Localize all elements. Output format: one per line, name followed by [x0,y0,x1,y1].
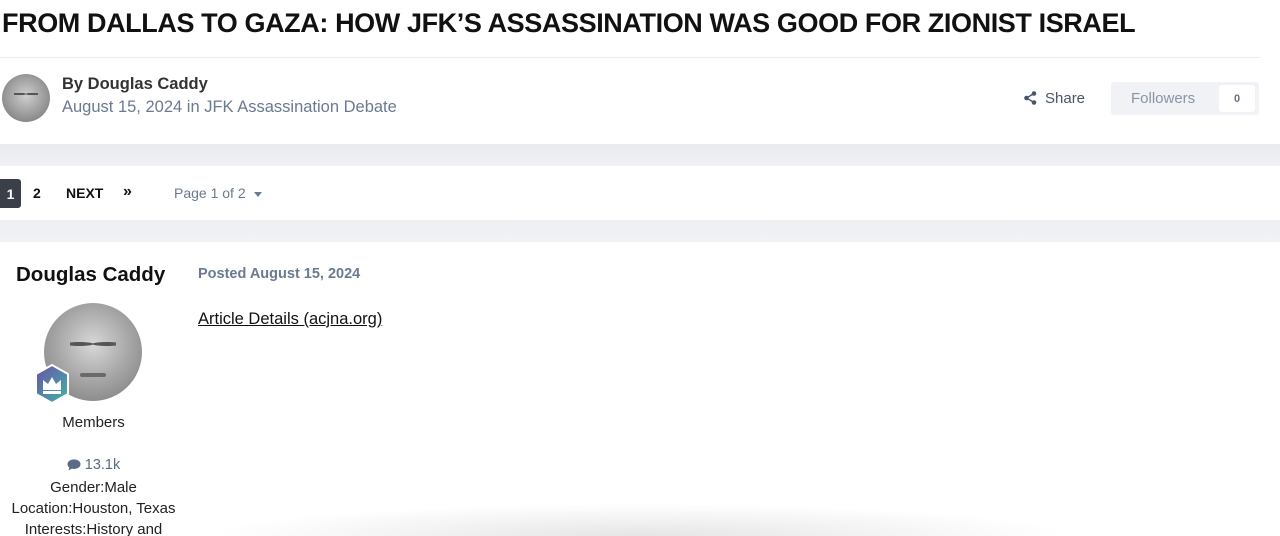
member-group: Members [62,414,125,431]
profile-gender: Gender:Male [50,479,137,496]
speech-bubble-icon [67,459,81,471]
article-details-link[interactable]: Article Details (acjna.org) [198,310,382,329]
followers-button[interactable]: Followers 0 [1111,82,1259,115]
topic-meta: August 15, 2024 in JFK Assassination Deb… [62,98,397,117]
post-count-value: 13.1k [84,457,121,473]
section-separator [0,144,1280,166]
page-2-link[interactable]: 2 [33,185,41,201]
followers-count: 0 [1219,85,1255,112]
title-divider [0,57,1260,58]
caret-down-icon [253,191,262,197]
topic-in: in [186,98,200,116]
page-1-button[interactable]: 1 [0,179,21,208]
page-jump-dropdown[interactable]: Page 1 of 2 [174,185,262,201]
crown-badge-icon [35,364,69,404]
share-icon [1024,91,1037,105]
profile-interests: Interests:History and [24,521,163,536]
post-author-name[interactable]: Douglas Caddy [16,263,165,287]
next-page-link[interactable]: NEXT [66,185,103,201]
section-separator [0,220,1280,242]
author-byline[interactable]: By Douglas Caddy [62,75,208,94]
topic-title: FROM DALLAS TO GAZA: HOW JFK’S ASSASSINA… [2,8,1136,38]
page-jump-label: Page 1 of 2 [174,185,246,201]
topic-date: August 15, 2024 [62,98,183,116]
share-button[interactable]: Share [1024,87,1085,109]
share-label: Share [1045,89,1086,107]
followers-label: Followers [1131,90,1196,107]
last-page-link[interactable]: » [123,183,132,201]
post-count: 13.1k [0,457,187,473]
bottom-shadow [0,490,1280,536]
post-date[interactable]: Posted August 15, 2024 [198,266,360,282]
profile-location: Location:Houston, Texas [11,500,176,517]
category-link[interactable]: JFK Assassination Debate [204,98,397,116]
author-avatar[interactable] [2,74,50,122]
